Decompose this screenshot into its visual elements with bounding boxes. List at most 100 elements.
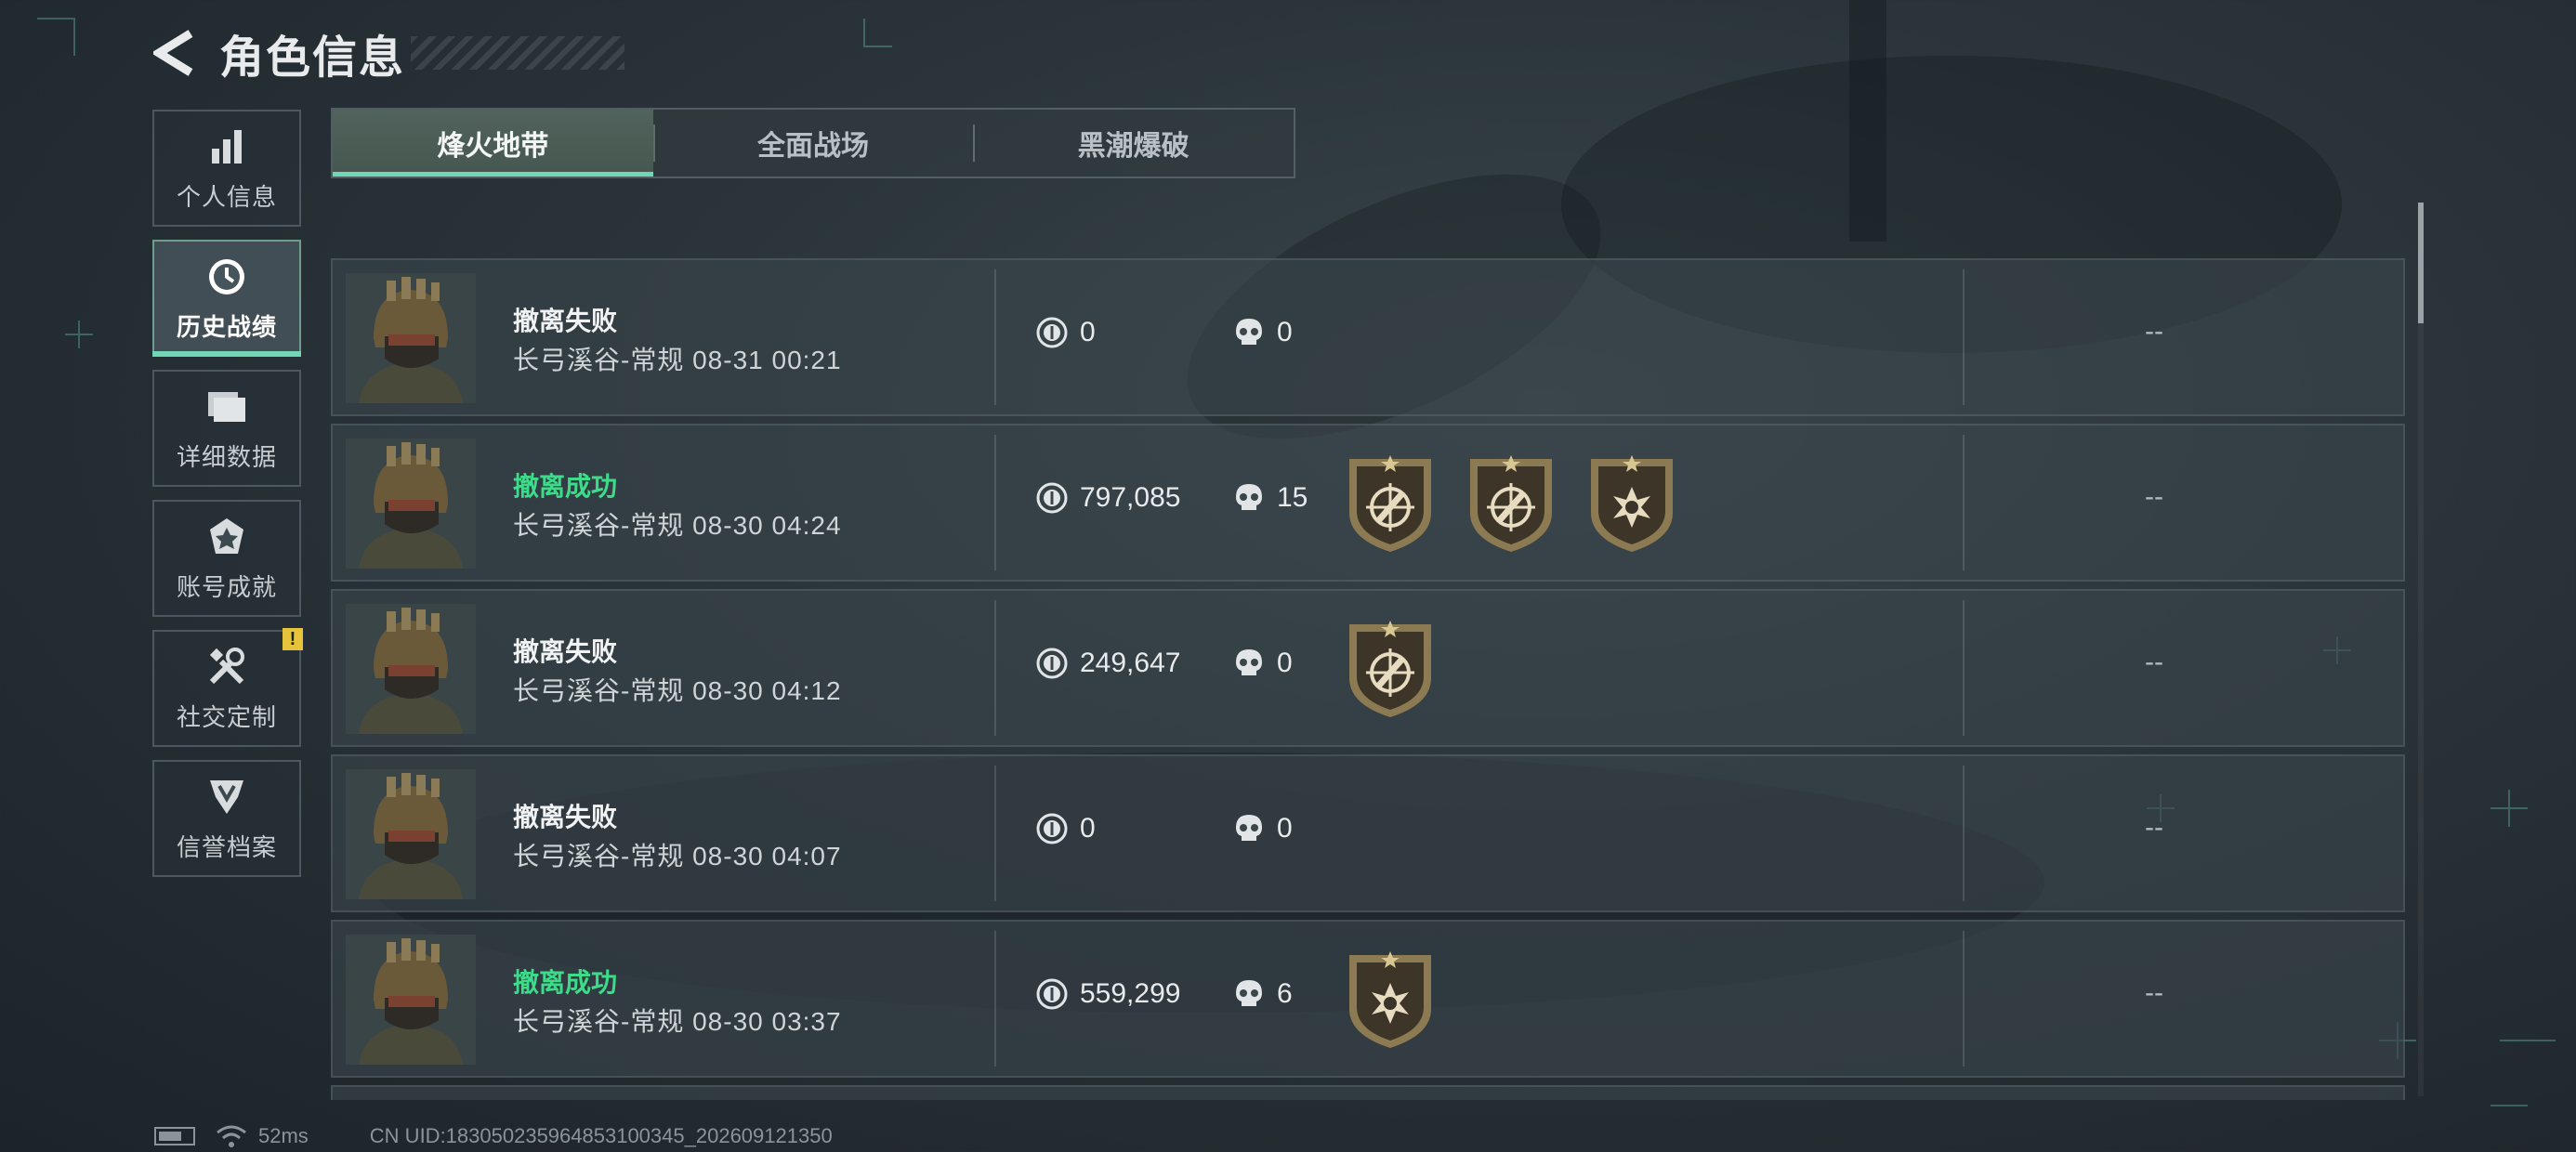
- extraction-status: 撤离失败: [513, 637, 618, 666]
- kill-count-text: 15: [1277, 482, 1308, 513]
- crosshair-medal-icon[interactable]: [1344, 453, 1437, 556]
- ping-value: 52ms: [258, 1124, 309, 1147]
- coin-icon: [1036, 482, 1068, 514]
- loot-value-text: 0: [1080, 813, 1096, 844]
- extra-info: --: [2145, 316, 2163, 347]
- status-footer: 52ms CN UID:183050235964853100345_202609…: [154, 1124, 833, 1148]
- skull-icon: [1236, 484, 1262, 510]
- user-uid: CN UID:183050235964853100345_20260912135…: [369, 1124, 833, 1147]
- kill-count-text: 0: [1277, 317, 1293, 347]
- coin-icon: [1036, 648, 1068, 679]
- kill-count: 0: [1232, 812, 1293, 845]
- map-and-time: 长弓溪谷-常规 08-30 04:24: [513, 511, 842, 540]
- notification-badge: !: [283, 628, 303, 650]
- divider: [1963, 766, 1965, 901]
- sidebar-item-label: 个人信息: [176, 182, 277, 211]
- sidebar-item-label: 信誉档案: [176, 832, 277, 861]
- divider: [994, 435, 996, 570]
- avatar: [346, 769, 476, 899]
- sidebar-item-match-history[interactable]: 历史战绩: [152, 240, 301, 357]
- sidebar-nav: 个人信息 历史战绩 详细数据 账号成就 ! 社交定制 信誉档案: [152, 110, 303, 890]
- kill-count: 0: [1232, 647, 1293, 680]
- medal-list: [1344, 453, 1678, 556]
- divider: [994, 269, 996, 405]
- list-item[interactable]: 撤离成功长弓溪谷-常规 08-30 03:37 559,299 6 --: [331, 920, 2405, 1078]
- skull-icon: [1236, 319, 1262, 345]
- folder-icon: [204, 385, 249, 429]
- sidebar-item-label: 社交定制: [176, 702, 277, 731]
- sidebar-item-achievements[interactable]: 账号成就: [152, 500, 301, 617]
- kill-count-text: 6: [1277, 978, 1293, 1009]
- sidebar-item-label: 详细数据: [176, 442, 277, 471]
- list-item[interactable]: 撤离失败长弓溪谷-常规 08-31 00:21 0 0 --: [331, 258, 2405, 416]
- loot-value-text: 0: [1080, 317, 1096, 347]
- avatar: [346, 439, 476, 569]
- extraction-status: 撤离成功: [513, 968, 618, 997]
- wrench-icon: [204, 645, 249, 689]
- extraction-status: 撤离失败: [513, 307, 618, 335]
- sidebar-item-detailed-data[interactable]: 详细数据: [152, 370, 301, 487]
- scrollbar[interactable]: [2418, 203, 2424, 1096]
- list-item[interactable]: 撤离失败 长弓溪谷-常规 08-30 04:12 249,647 0 --: [331, 589, 2405, 747]
- skull-burst-medal-icon[interactable]: [1585, 453, 1678, 556]
- tab-black-tide[interactable]: 黑潮爆破: [973, 110, 1294, 177]
- loot-value-text: 249,647: [1080, 648, 1181, 678]
- kill-count: 6: [1232, 977, 1293, 1011]
- mode-tabs: 烽火地带 全面战场 黑潮爆破: [331, 108, 1295, 178]
- coin-icon: [1036, 813, 1068, 844]
- divider: [994, 600, 996, 736]
- shield-rank-icon: [204, 775, 249, 819]
- avatar: [346, 273, 476, 403]
- extra-info: --: [2145, 977, 2163, 1008]
- tab-full-battlefield[interactable]: 全面战场: [652, 110, 974, 177]
- bar-chart-icon: [204, 124, 249, 169]
- kill-count-text: 0: [1277, 648, 1293, 678]
- loot-value-text: 559,299: [1080, 978, 1181, 1009]
- crosshair-medal-icon[interactable]: [1344, 619, 1437, 721]
- list-item-partial[interactable]: [331, 1085, 2405, 1100]
- coin-icon: [1036, 978, 1068, 1010]
- page-header: 角色信息: [149, 20, 625, 85]
- map-and-time: 长弓溪谷-常规 08-30 03:37: [513, 1007, 842, 1036]
- back-arrow-icon: [153, 30, 193, 76]
- loot-value: 0: [1035, 316, 1096, 349]
- divider: [1963, 269, 1965, 405]
- avatar: [346, 935, 476, 1065]
- back-button[interactable]: [149, 27, 201, 79]
- list-item[interactable]: 撤离成功 长弓溪谷-常规 08-30 04:24 797,085 15 --: [331, 424, 2405, 582]
- medal-icon: [204, 515, 249, 559]
- loot-value: 249,647: [1035, 647, 1180, 680]
- kill-count: 0: [1232, 316, 1293, 349]
- skull-icon: [1236, 980, 1262, 1006]
- list-item[interactable]: 撤离失败长弓溪谷-常规 08-30 04:07 0 0 --: [331, 754, 2405, 912]
- loot-value: 559,299: [1035, 977, 1180, 1011]
- coin-icon: [1036, 317, 1068, 348]
- extra-info: --: [2145, 647, 2163, 677]
- sidebar-item-social-custom[interactable]: ! 社交定制: [152, 628, 303, 747]
- skull-burst-medal-icon[interactable]: [1344, 949, 1437, 1052]
- avatar: [346, 604, 476, 734]
- sidebar-item-personal-info[interactable]: 个人信息: [152, 110, 301, 227]
- wifi-icon: [217, 1125, 246, 1147]
- map-and-time: 长弓溪谷-常规 08-30 04:07: [513, 842, 842, 871]
- page-title: 角色信息: [219, 33, 406, 83]
- sidebar-item-reputation[interactable]: 信誉档案: [152, 760, 301, 877]
- skull-icon: [1236, 649, 1262, 675]
- divider: [994, 931, 996, 1067]
- sidebar-item-label: 历史战绩: [176, 312, 277, 341]
- extraction-status: 撤离失败: [513, 803, 618, 831]
- battery-icon: [154, 1127, 195, 1145]
- extra-info: --: [2145, 812, 2163, 843]
- extra-info: --: [2145, 481, 2163, 512]
- map-and-time: 长弓溪谷-常规 08-31 00:21: [513, 346, 842, 374]
- scroll-thumb[interactable]: [2418, 203, 2424, 323]
- tab-warzone-extraction[interactable]: 烽火地带: [333, 110, 653, 177]
- kill-count-text: 0: [1277, 813, 1293, 844]
- divider: [1963, 931, 1965, 1067]
- clock-icon: [204, 255, 249, 299]
- sidebar-item-label: 账号成就: [176, 572, 277, 601]
- match-history-list: 撤离失败 长弓溪谷-常规 08-31 00:21 0 0 -- 撤离成功 长弓溪谷-常规 0…: [331, 258, 2405, 1100]
- skull-icon: [1236, 815, 1262, 841]
- crosshair-medal-icon[interactable]: [1465, 453, 1557, 556]
- divider: [994, 766, 996, 901]
